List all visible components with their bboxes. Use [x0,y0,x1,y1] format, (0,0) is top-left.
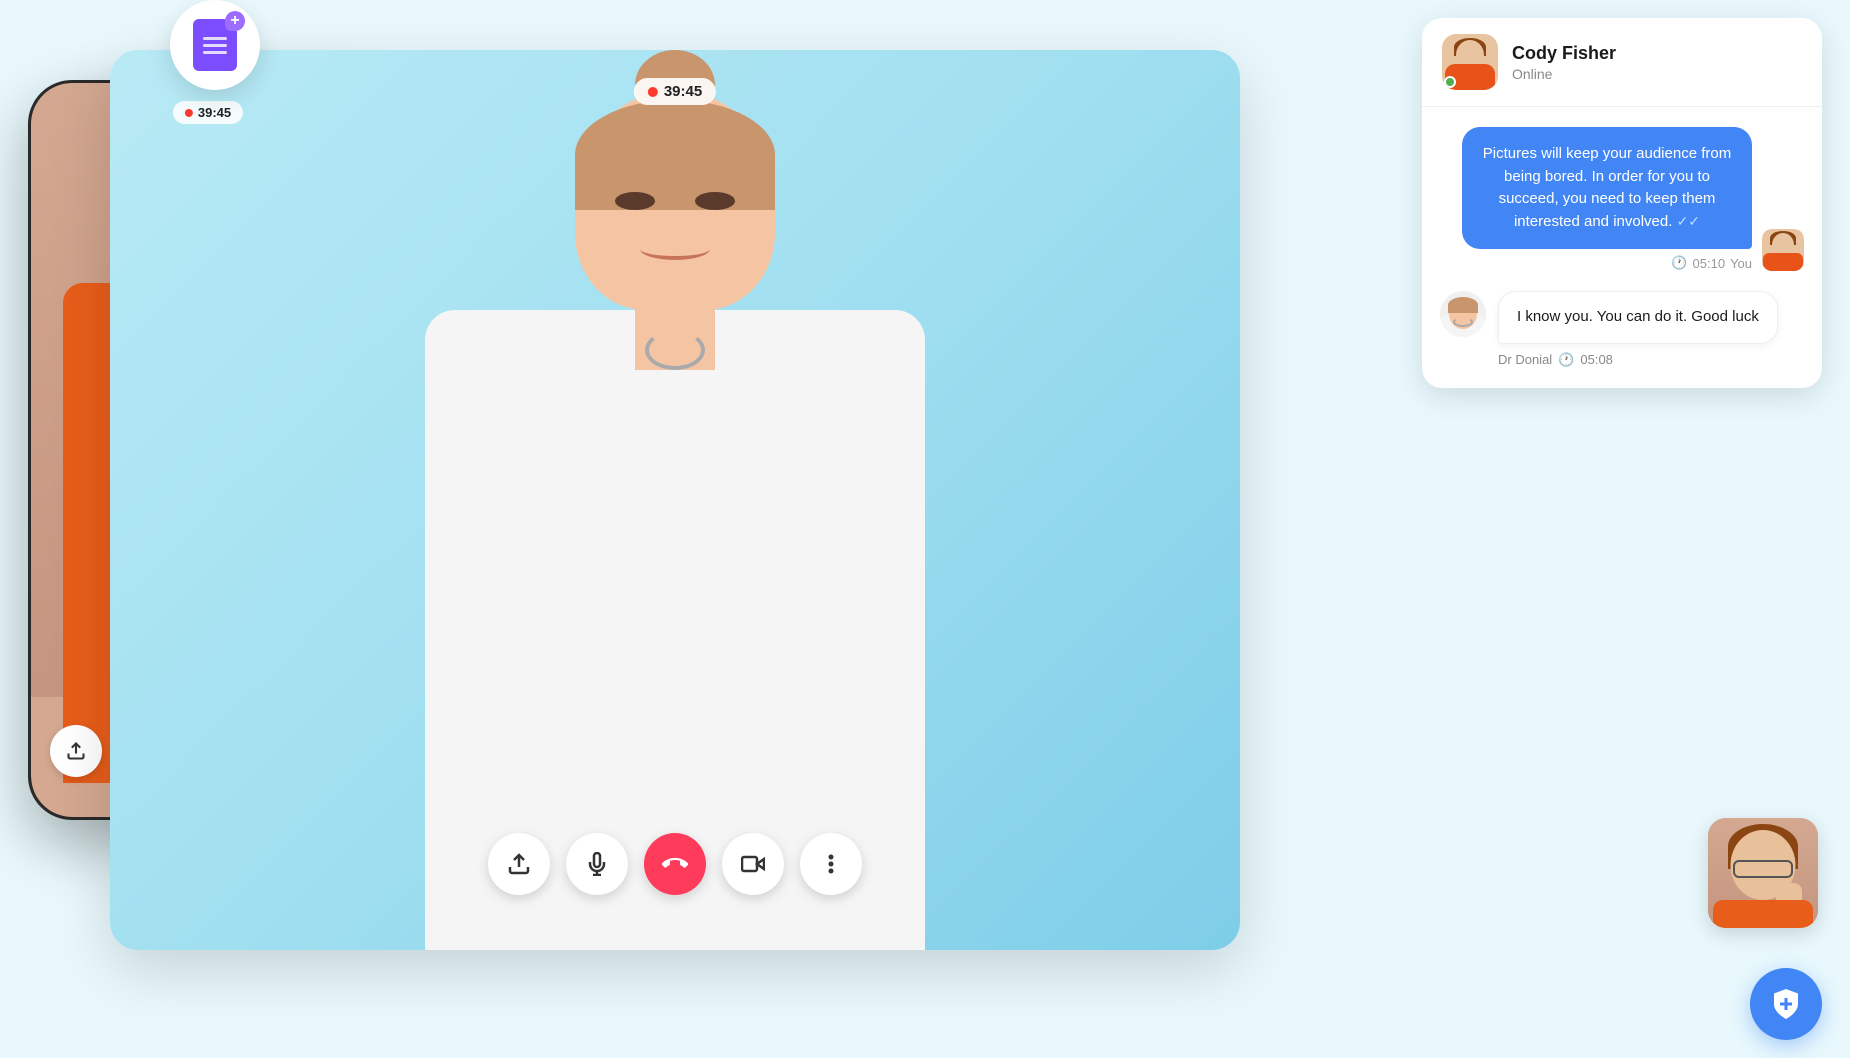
phone-recording-indicator: 39:45 [173,101,243,124]
document-floating-icon[interactable]: + [170,0,260,90]
doctor-main-figure [365,75,985,950]
doc-line-1 [203,37,227,40]
main-camera-button[interactable] [722,833,784,895]
doc-line-3 [203,51,227,54]
phone-share-button[interactable] [50,725,102,777]
main-call-controls [488,833,862,895]
chat-messages-container: Pictures will keep your audience from be… [1422,107,1822,388]
received-message-content: I know you. You can do it. Good luck Dr … [1498,291,1778,368]
sent-bubble: Pictures will keep your audience from be… [1462,127,1752,249]
doctor-hair-top [575,100,775,210]
doc-line-2 [203,44,227,47]
online-status-dot [1444,76,1456,88]
received-message-meta: Dr Donial 🕐 05:08 [1498,352,1778,368]
chat-user-name: Cody Fisher [1512,43,1802,64]
chat-panel: Cody Fisher Online Pictures will keep yo… [1422,18,1822,388]
shield-badge[interactable] [1750,968,1822,1040]
small-avatar-body [1763,253,1803,271]
main-mic-button[interactable] [566,833,628,895]
main-recording-time: 39:45 [664,83,702,100]
received-time: 05:08 [1580,352,1613,367]
chat-contact-avatar [1442,34,1498,90]
shield-plus-icon [1768,986,1804,1022]
received-bubble: I know you. You can do it. Good luck [1498,291,1778,344]
main-end-call-button[interactable] [644,833,706,895]
received-message-text: I know you. You can do it. Good luck [1517,308,1759,325]
document-icon: + [193,19,237,71]
doc-plus-icon: + [225,11,245,31]
sender-avatar [1762,229,1804,271]
sent-sender: You [1730,256,1752,271]
recording-dot [185,109,193,117]
pip-thumbnail [1708,818,1818,928]
main-rec-dot [648,87,658,97]
message-received-1: I know you. You can do it. Good luck Dr … [1440,291,1804,368]
sent-message-content: Pictures will keep your audience from be… [1462,127,1752,271]
received-sender: Dr Donial [1498,352,1552,367]
chat-user-status: Online [1512,66,1802,82]
clock-icon-sent: 🕐 [1671,255,1687,271]
phone-recording-time: 39:45 [198,105,231,120]
pip-thumbnail-content [1708,818,1818,928]
sent-time: 05:10 [1693,256,1726,271]
read-receipts: ✓✓ [1677,213,1700,229]
main-more-button[interactable] [800,833,862,895]
chat-user-info: Cody Fisher Online [1512,43,1802,82]
sent-message-meta: 🕐 05:10 You [1462,255,1752,271]
main-video-area: 39:45 [110,50,1240,950]
main-recording-indicator: 39:45 [634,78,716,105]
message-sent-1: Pictures will keep your audience from be… [1440,127,1804,271]
doctor-chat-avatar [1440,291,1486,337]
main-share-button[interactable] [488,833,550,895]
chat-header: Cody Fisher Online [1422,18,1822,107]
clock-icon-received: 🕐 [1558,352,1574,368]
